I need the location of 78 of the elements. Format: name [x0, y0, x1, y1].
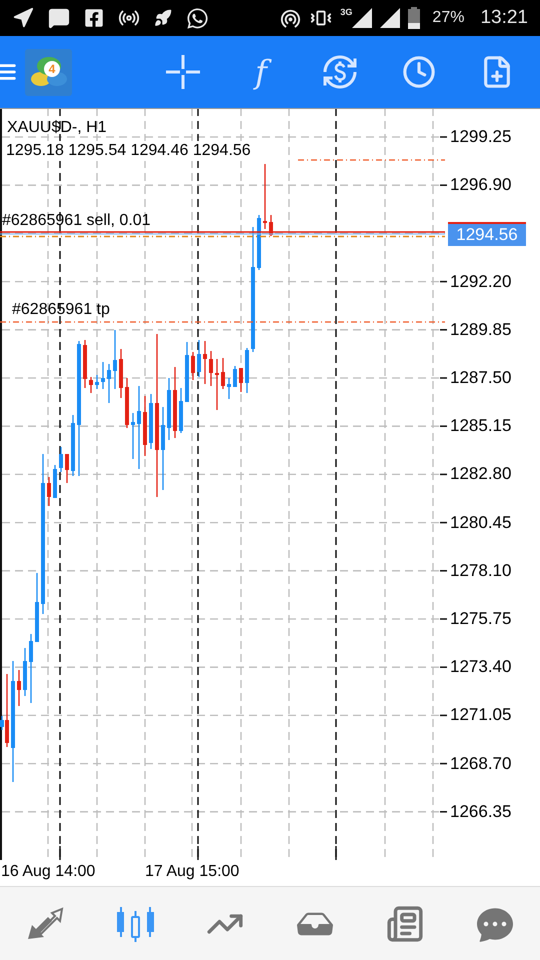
- candlestick: [29, 634, 33, 703]
- candlestick: [23, 648, 27, 696]
- candlestick: [179, 388, 183, 433]
- order-label: #62865961 sell, 0.01: [2, 211, 151, 231]
- signal-icon: [352, 8, 372, 28]
- time-axis-label: 16 Aug 14:00: [1, 862, 96, 882]
- price-axis-label: 1273.40: [450, 657, 512, 678]
- clock-time: 13:21: [480, 6, 528, 30]
- candlestick: [71, 415, 75, 476]
- price-axis-label: 1289.85: [450, 320, 512, 340]
- candlestick: [125, 378, 129, 428]
- candlestick: [113, 330, 117, 389]
- battery-percent: 27%: [432, 8, 464, 28]
- time-axis-label: 17 Aug 15:00: [145, 862, 240, 882]
- price-axis-label: 1278.10: [450, 560, 512, 581]
- candlestick: [173, 367, 177, 438]
- trade-button[interactable]: [322, 54, 358, 90]
- candlestick: [143, 396, 147, 456]
- candlestick: [167, 378, 171, 440]
- network-type: 3G: [340, 8, 352, 17]
- newspaper-icon: [386, 904, 424, 942]
- facebook-icon: [84, 8, 104, 28]
- candlestick: [149, 394, 153, 449]
- price-axis-label: 1271.05: [450, 705, 512, 726]
- candlestick: [233, 366, 237, 387]
- price-axis-label: 1292.20: [450, 272, 512, 292]
- price-axis-label: 1268.70: [450, 754, 512, 774]
- candlestick: [131, 413, 135, 459]
- navigation-icon: [12, 7, 34, 29]
- chat-icon: [477, 906, 513, 942]
- candlestick: [227, 378, 231, 399]
- candlestick: [107, 364, 111, 403]
- clock-button[interactable]: [402, 55, 436, 89]
- crosshair-button[interactable]: [166, 55, 200, 89]
- candlestick: [197, 340, 201, 377]
- whatsapp-icon: [186, 6, 209, 30]
- candlestick: [101, 362, 105, 389]
- app-logo-button[interactable]: 4: [25, 48, 72, 96]
- candlestick: [83, 340, 87, 388]
- candlestick: [221, 358, 225, 389]
- candlestick: [239, 368, 243, 392]
- price-axis-label: 1280.45: [450, 512, 512, 533]
- price-axis-label: 1296.90: [450, 175, 512, 196]
- candlestick: [269, 215, 273, 236]
- signal-icon: [380, 8, 400, 28]
- candlestick: [53, 465, 57, 498]
- candlestick: [47, 477, 51, 506]
- ohlc-values: 1295.18 1295.54 1294.46 1294.56: [6, 141, 251, 161]
- current-price-tag: 1294.56: [448, 222, 526, 246]
- candlestick: [245, 348, 249, 393]
- price-axis-label: 1299.25: [450, 127, 512, 147]
- price-axis-label: 1275.75: [450, 609, 512, 629]
- candlestick: [95, 375, 99, 389]
- battery-icon: [408, 7, 420, 29]
- price-axis-label: 1285.15: [450, 416, 512, 436]
- candlestick: [215, 359, 219, 410]
- candlestick-icon: [116, 906, 154, 942]
- price-axis-label: 1266.35: [450, 802, 512, 822]
- message-icon: [48, 7, 70, 29]
- candlestick: [257, 215, 261, 270]
- symbol-label: XAUU$D-, H1: [7, 118, 107, 138]
- candlestick: [203, 341, 207, 384]
- candlestick: [59, 447, 63, 472]
- double-arrow-icon: [26, 906, 64, 940]
- candlestick: [65, 454, 69, 483]
- candlestick: [89, 377, 93, 393]
- take-profit-label: #62865961 tp: [12, 300, 110, 320]
- price-axis-label: 1287.50: [450, 368, 512, 388]
- candlestick: [17, 670, 21, 706]
- candlestick: [263, 164, 267, 229]
- price-axis-label: 1282.80: [450, 464, 512, 484]
- candlestick: [119, 349, 123, 398]
- candlestick: [209, 351, 213, 386]
- candlestick: [185, 342, 189, 402]
- candlestick: [191, 352, 195, 380]
- indicators-button[interactable]: f: [244, 56, 278, 88]
- candlestick: [35, 573, 39, 642]
- rocket-icon: [154, 9, 172, 27]
